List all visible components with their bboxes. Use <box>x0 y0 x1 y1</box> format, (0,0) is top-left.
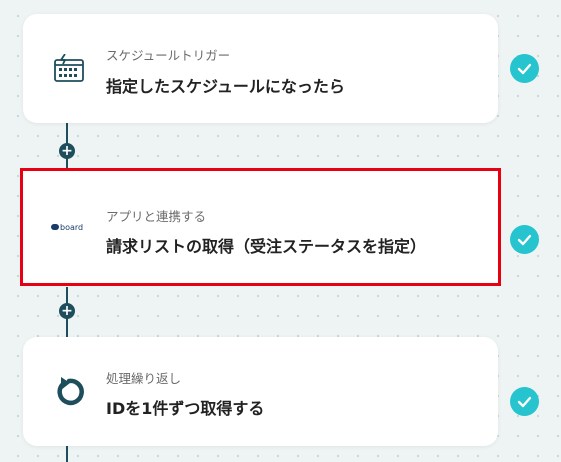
board-logo-icon: board <box>51 209 91 245</box>
check-icon <box>510 225 539 254</box>
connector-line <box>66 446 68 462</box>
check-icon <box>510 387 539 416</box>
board-logo-text: board <box>60 223 83 232</box>
step-card-loop[interactable]: 処理繰り返し IDを1件ずつ取得する <box>23 337 498 446</box>
check-icon <box>510 54 539 83</box>
step-card-app-integration[interactable]: board アプリと連携する 請求リストの取得（受注ステータスを指定） <box>20 168 501 286</box>
step-card-schedule-trigger[interactable]: スケジュールトリガー 指定したスケジュールになったら <box>23 14 498 123</box>
step-title: 指定したスケジュールになったら <box>106 77 345 96</box>
step-title: 請求リストの取得（受注ステータスを指定） <box>106 237 427 256</box>
calendar-icon <box>51 51 87 87</box>
add-step-button[interactable]: + <box>59 303 75 319</box>
step-type-label: 処理繰り返し <box>106 371 182 386</box>
step-title: IDを1件ずつ取得する <box>106 399 265 418</box>
loop-icon <box>51 374 87 410</box>
add-step-button[interactable]: + <box>59 143 75 159</box>
step-type-label: アプリと連携する <box>106 209 207 224</box>
step-type-label: スケジュールトリガー <box>106 48 231 63</box>
